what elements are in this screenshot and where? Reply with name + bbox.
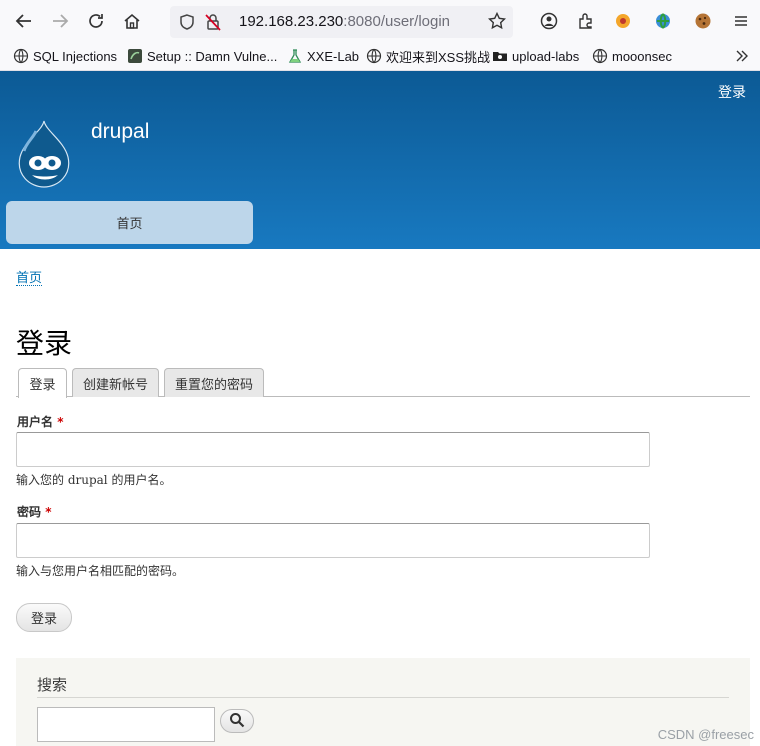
bookmark-item[interactable]: mooonsec	[592, 47, 672, 65]
site-header: 登录 drupal 首页	[0, 71, 760, 249]
bookmark-item[interactable]: 欢迎来到XSS挑战	[366, 47, 490, 65]
password-label: 密码 *	[17, 503, 51, 520]
login-submit-button[interactable]: 登录	[16, 603, 72, 632]
bookmark-label: 欢迎来到XSS挑战	[386, 49, 491, 65]
divider	[37, 697, 729, 698]
username-description: 输入您的 drupal 的用户名。	[16, 473, 172, 487]
drupal-logo-icon[interactable]	[14, 119, 74, 189]
bookmarks-bar: SQL Injections Setup :: Damn Vulne... XX…	[0, 42, 760, 71]
reload-icon[interactable]	[84, 9, 108, 33]
menu-icon[interactable]	[729, 9, 753, 33]
tab-reset-password[interactable]: 重置您的密码	[164, 368, 264, 397]
bookmark-star-icon[interactable]	[485, 9, 509, 33]
search-block: 搜索	[16, 658, 750, 746]
username-label-text: 用户名	[17, 415, 54, 429]
shield-icon[interactable]	[178, 13, 196, 31]
password-description: 输入与您用户名相匹配的密码。	[16, 564, 185, 578]
back-icon[interactable]	[12, 9, 36, 33]
username-input[interactable]	[16, 432, 650, 467]
globe-icon	[13, 48, 29, 64]
url-text[interactable]: 192.168.23.230:8080/user/login	[239, 13, 450, 30]
chevron-double-right-icon[interactable]	[735, 47, 749, 65]
password-input[interactable]	[16, 523, 650, 558]
bookmark-item[interactable]: SQL Injections	[13, 47, 117, 65]
globe-icon	[592, 48, 608, 64]
bookmark-label: XXE-Lab	[307, 48, 360, 64]
url-bar[interactable]: 192.168.23.230:8080/user/login	[170, 6, 513, 38]
header-login-link[interactable]: 登录	[718, 82, 746, 102]
login-tabs: 登录 创建新帐号 重置您的密码	[16, 368, 750, 398]
bookmark-label: mooonsec	[612, 48, 672, 64]
bookmark-label: upload-labs	[512, 48, 580, 64]
password-label-text: 密码	[17, 505, 42, 519]
page-title: 登录	[16, 327, 73, 360]
extensions-icon[interactable]	[574, 9, 598, 33]
cookie-icon[interactable]	[691, 9, 715, 33]
bookmark-item[interactable]: XXE-Lab	[287, 47, 359, 65]
bookmark-label: Setup :: Damn Vulne...	[147, 48, 278, 64]
watermark: CSDN @freesec	[657, 727, 754, 742]
breadcrumb-home-link[interactable]: 首页	[16, 270, 43, 286]
globe-icon	[366, 48, 382, 64]
search-button[interactable]	[220, 709, 254, 733]
bookmark-item[interactable]: upload-labs	[492, 47, 579, 65]
browser-toolbar: 192.168.23.230:8080/user/login	[0, 0, 760, 42]
required-marker: *	[57, 415, 64, 429]
forward-icon[interactable]	[48, 9, 72, 33]
tab-create-account[interactable]: 创建新帐号	[72, 368, 159, 397]
home-icon[interactable]	[120, 9, 144, 33]
site-name[interactable]: drupal	[91, 120, 149, 144]
account-icon[interactable]	[537, 9, 561, 33]
search-block-title: 搜索	[37, 677, 68, 694]
bookmark-label: SQL Injections	[33, 48, 118, 64]
url-path: :8080/user/login	[343, 13, 451, 30]
search-icon	[229, 712, 245, 731]
flask-icon	[287, 48, 303, 64]
tab-login[interactable]: 登录	[18, 368, 67, 398]
dvwa-icon	[127, 48, 143, 64]
extension-globe-icon[interactable]	[651, 9, 675, 33]
hackbar-icon[interactable]	[611, 9, 635, 33]
bookmark-item[interactable]: Setup :: Damn Vulne...	[127, 47, 277, 65]
nav-home-tab[interactable]: 首页	[6, 201, 253, 244]
url-host: 192.168.23.230	[239, 13, 344, 30]
search-input[interactable]	[37, 707, 215, 742]
required-marker: *	[45, 505, 52, 519]
insecure-lock-icon[interactable]	[204, 13, 222, 31]
folder-icon	[492, 48, 508, 64]
username-label: 用户名 *	[17, 413, 63, 430]
